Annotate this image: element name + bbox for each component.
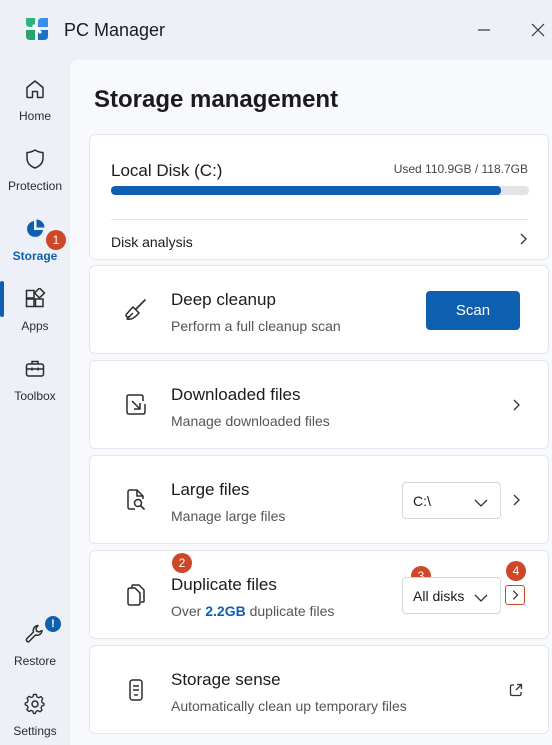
card-title: Large files: [171, 480, 250, 499]
chevron-right-icon[interactable]: [505, 585, 525, 605]
downloaded-files-card[interactable]: Downloaded files Manage downloaded files: [89, 360, 549, 449]
disk-select[interactable]: C:\: [402, 482, 501, 519]
disk-analysis-link[interactable]: Disk analysis: [111, 234, 193, 250]
chevron-right-icon[interactable]: [508, 492, 524, 508]
sidebar-item-label: Protection: [7, 179, 63, 193]
sidebar-item-label: Storage: [12, 249, 58, 263]
chevron-right-icon[interactable]: [508, 397, 524, 413]
card-title: Storage sense: [171, 670, 281, 689]
card-subtitle: Automatically clean up temporary files: [171, 698, 407, 714]
divider: [111, 219, 528, 220]
main-content: Storage management Local Disk (C:) Used …: [70, 60, 552, 745]
app-title: PC Manager: [64, 20, 166, 40]
sidebar: Home Protection Storage 1 Apps Toolbox R…: [0, 60, 70, 745]
disk-usage-bar-fill: [111, 186, 502, 195]
disk-usage-bar: [111, 186, 529, 195]
card-subtitle: Over 2.2GB duplicate files: [171, 603, 334, 619]
shield-icon: [23, 148, 47, 170]
duplicate-files-icon: [122, 581, 150, 609]
minimize-button[interactable]: [472, 18, 496, 42]
disk-select-value: All disks: [413, 587, 465, 604]
disk-card: Local Disk (C:) Used 110.9GB / 118.7GB D…: [89, 134, 549, 260]
title-bar: PC Manager: [0, 0, 552, 60]
large-files-card: Large files Manage large files C:\: [89, 455, 549, 544]
disk-usage-text: Used 110.9GB / 118.7GB: [393, 162, 528, 176]
page-title: Storage management: [94, 86, 339, 113]
chevron-right-icon[interactable]: [516, 232, 530, 251]
pc-manager-logo-icon: [24, 16, 50, 42]
toolbox-icon: [23, 358, 47, 380]
sidebar-item-label: Toolbox: [14, 389, 56, 403]
download-file-icon: [122, 391, 150, 419]
disk-select[interactable]: All disks: [402, 577, 501, 614]
sidebar-item-label: Home: [18, 109, 51, 123]
card-title: Downloaded files: [171, 385, 301, 404]
scan-button[interactable]: Scan: [426, 291, 520, 330]
sidebar-item-label: Apps: [21, 319, 49, 333]
chevron-down-icon: [474, 495, 488, 511]
sidebar-item-label: Settings: [13, 724, 57, 738]
card-title: Duplicate files: [171, 575, 277, 594]
apps-grid-icon: [23, 288, 47, 310]
file-search-icon: [122, 486, 150, 514]
sidebar-item-toolbox[interactable]: Toolbox: [0, 340, 70, 403]
card-subtitle: Manage large files: [171, 508, 286, 524]
callout-badge: 2: [172, 553, 192, 573]
card-title: Deep cleanup: [171, 290, 276, 309]
storage-sense-icon: [122, 676, 150, 704]
card-subtitle: Perform a full cleanup scan: [171, 318, 341, 334]
gear-icon: [23, 693, 47, 715]
disk-select-value: C:\: [413, 492, 431, 509]
home-icon: [23, 78, 47, 100]
sidebar-item-label: Restore: [13, 654, 57, 668]
card-subtitle: Manage downloaded files: [171, 413, 330, 429]
sidebar-item-protection[interactable]: Protection: [0, 130, 70, 193]
disk-name: Local Disk (C:): [111, 161, 223, 180]
sidebar-item-home[interactable]: Home: [0, 60, 70, 123]
deep-cleanup-card: Deep cleanup Perform a full cleanup scan…: [89, 265, 549, 354]
wrench-icon: [23, 623, 47, 645]
broom-icon: [122, 296, 150, 324]
close-icon: [531, 23, 545, 37]
storage-sense-card[interactable]: Storage sense Automatically clean up tem…: [89, 645, 549, 734]
subtitle-prefix: Over: [171, 603, 206, 619]
sidebar-item-apps[interactable]: Apps: [0, 270, 70, 333]
duplicate-files-card: 2 Duplicate files Over 2.2GB duplicate f…: [89, 550, 549, 639]
callout-badge: 4: [506, 561, 526, 581]
pie-chart-icon: [23, 218, 47, 240]
chevron-down-icon: [474, 590, 488, 606]
sidebar-item-settings[interactable]: Settings: [0, 675, 70, 738]
close-button[interactable]: [526, 18, 550, 42]
external-link-icon[interactable]: [508, 682, 524, 698]
callout-badge: 1: [46, 230, 66, 250]
duplicate-size-value: 2.2GB: [205, 603, 246, 619]
sidebar-item-restore[interactable]: Restore: [0, 605, 70, 668]
notification-badge: !: [45, 616, 61, 632]
subtitle-suffix: duplicate files: [245, 603, 335, 619]
minimize-icon: [478, 29, 490, 31]
